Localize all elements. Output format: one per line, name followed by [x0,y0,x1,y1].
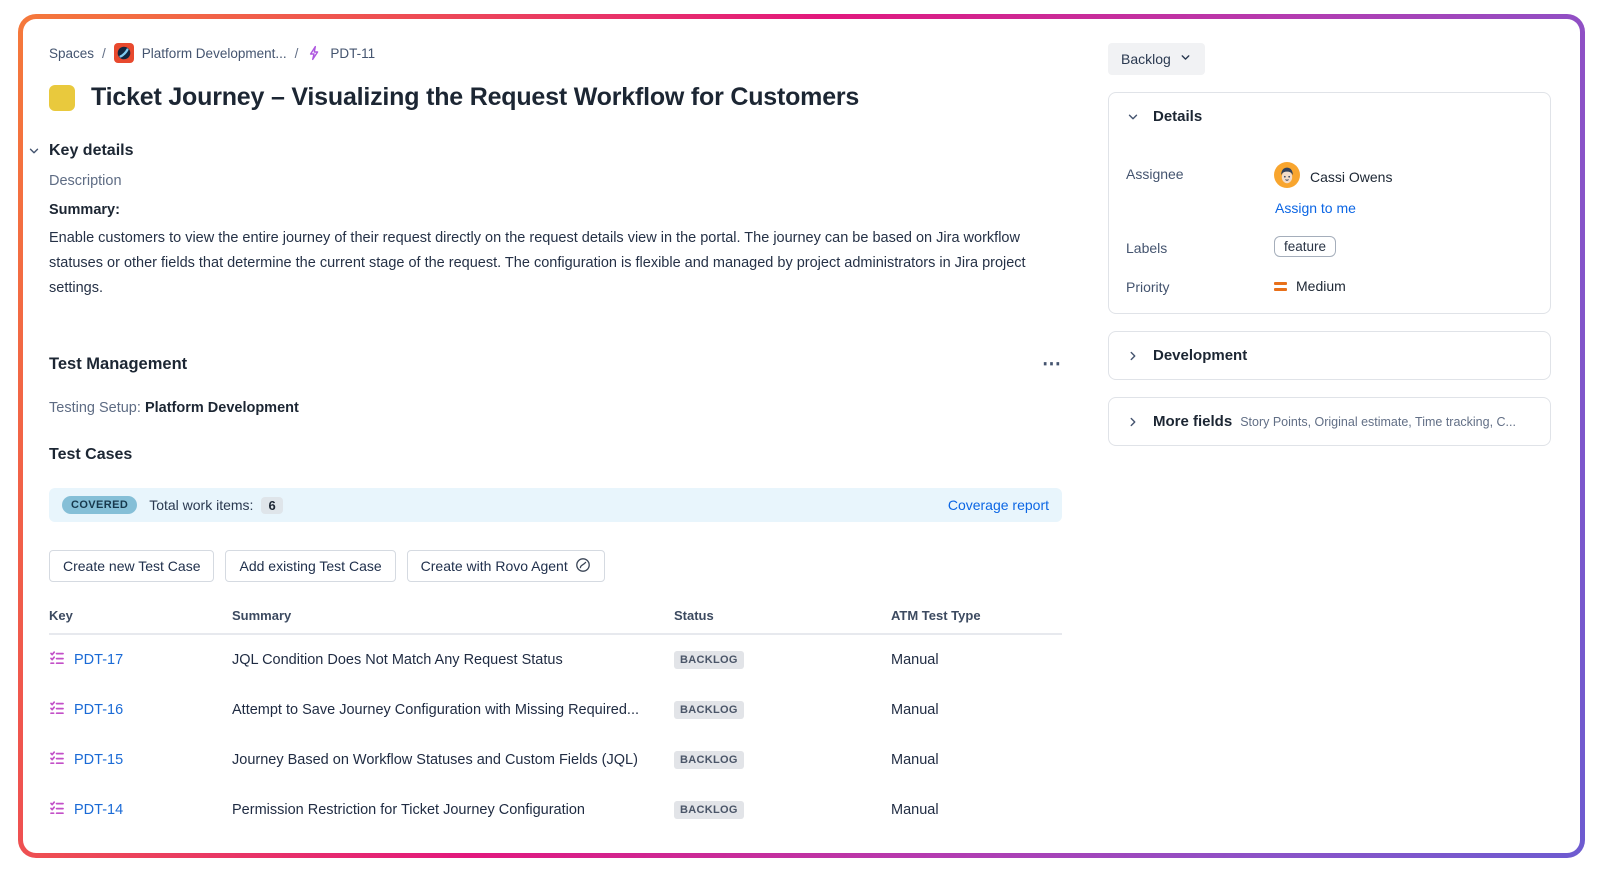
coverage-report-link[interactable]: Coverage report [948,497,1049,513]
test-case-type: Manual [891,652,939,668]
rovo-button-label: Create with Rovo Agent [420,558,568,574]
status-badge: BACKLOG [674,801,744,819]
chevron-right-icon [1126,349,1140,363]
column-header-summary: Summary [232,608,292,623]
assignee-label: Assignee [1126,166,1184,182]
breadcrumb-separator: / [102,45,106,61]
test-case-checklist-icon [49,700,65,720]
gradient-frame: Spaces / Platform Development... / PDT-1… [18,14,1585,858]
label-chip[interactable]: feature [1274,236,1337,257]
assignee-name: Cassi Owens [1310,168,1393,185]
covered-badge: COVERED [62,496,138,514]
testing-setup-line: Testing Setup: Platform Development [49,400,1062,416]
rovo-agent-icon [575,557,591,576]
test-case-checklist-icon [49,650,65,670]
column-header-key: Key [49,608,73,623]
development-panel-header[interactable]: Development [1109,332,1550,379]
test-cases-table: Key Summary Status ATM Test Type PDT-17 … [49,608,1062,835]
description-label: Description [49,173,122,189]
test-case-summary[interactable]: JQL Condition Does Not Match Any Request… [232,652,674,668]
status-dropdown-label: Backlog [1121,51,1171,67]
chevron-down-icon [1179,51,1192,67]
breadcrumb-project[interactable]: Platform Development... [142,46,287,61]
testing-setup-value: Platform Development [144,400,299,416]
development-panel: Development [1108,331,1551,380]
test-case-key-link[interactable]: PDT-15 [74,752,123,768]
details-panel-header[interactable]: Details [1109,93,1550,140]
priority-value[interactable]: Medium [1274,275,1533,294]
main-column: Spaces / Platform Development... / PDT-1… [29,43,1062,835]
status-dropdown-button[interactable]: Backlog [1108,43,1205,75]
breadcrumb-separator: / [294,45,299,61]
more-fields-panel-title: More fields [1153,413,1233,430]
priority-label: Priority [1126,279,1170,295]
development-panel-title: Development [1153,347,1248,364]
assignee-value[interactable]: Cassi Owens [1274,162,1533,191]
test-case-checklist-icon [49,750,65,770]
status-badge: BACKLOG [674,651,744,669]
test-case-key-link[interactable]: PDT-16 [74,702,123,718]
more-fields-panel-header[interactable]: More fields Story Points, Original estim… [1109,398,1550,445]
table-row: PDT-15 Journey Based on Workflow Statuse… [49,735,1062,785]
test-case-summary[interactable]: Attempt to Save Journey Configuration wi… [232,702,674,718]
priority-medium-icon [1274,281,1287,291]
test-cases-heading: Test Cases [49,446,133,463]
total-work-items-label: Total work items: [149,497,254,513]
labels-label: Labels [1126,240,1168,256]
issue-type-bolt-icon [306,45,322,61]
table-row: PDT-14 Permission Restriction for Ticket… [49,785,1062,835]
breadcrumb-issue[interactable]: PDT-11 [330,46,375,61]
issue-type-color-square [49,84,75,111]
more-menu-icon[interactable]: ⋯ [1042,355,1062,374]
assign-to-me-link[interactable]: Assign to me [1275,200,1356,216]
total-work-items-count: 6 [261,496,283,514]
test-case-type: Manual [891,802,939,818]
chevron-down-icon[interactable] [27,144,41,158]
key-details-heading[interactable]: Key details [49,142,133,159]
table-header-row: Key Summary Status ATM Test Type [49,608,1062,635]
right-sidebar: Backlog Details Assignee Cassi Owens Ass… [1108,43,1551,835]
test-case-type: Manual [891,702,939,718]
column-header-type: ATM Test Type [891,608,981,623]
test-case-summary[interactable]: Journey Based on Workflow Statuses and C… [232,752,674,768]
create-with-rovo-agent-button[interactable]: Create with Rovo Agent [406,550,605,582]
testing-setup-label: Testing Setup: [49,400,141,416]
status-badge: BACKLOG [674,701,744,719]
status-badge: BACKLOG [674,751,744,769]
test-case-key-link[interactable]: PDT-17 [74,652,123,668]
avatar [1274,162,1300,191]
column-header-status: Status [674,608,714,623]
add-existing-test-case-button[interactable]: Add existing Test Case [225,550,396,582]
more-fields-subtitle: Story Points, Original estimate, Time tr… [1240,414,1516,429]
test-case-summary[interactable]: Permission Restriction for Ticket Journe… [232,802,674,818]
test-case-type: Manual [891,752,939,768]
chevron-right-icon [1126,415,1140,429]
summary-text: Enable customers to view the entire jour… [49,230,1026,296]
test-case-checklist-icon [49,800,65,820]
more-fields-panel: More fields Story Points, Original estim… [1108,397,1551,446]
test-case-key-link[interactable]: PDT-14 [74,802,123,818]
project-icon [113,43,134,63]
breadcrumb: Spaces / Platform Development... / PDT-1… [49,43,1062,63]
chevron-down-icon [1126,110,1140,124]
table-row: PDT-16 Attempt to Save Journey Configura… [49,685,1062,735]
details-panel-title: Details [1153,108,1203,125]
breadcrumb-spaces[interactable]: Spaces [49,46,94,61]
summary-label: Summary: [49,202,120,218]
priority-text: Medium [1296,278,1346,294]
coverage-banner: COVERED Total work items: 6 Coverage rep… [49,488,1062,522]
details-panel: Details Assignee Cassi Owens Assign to m… [1108,92,1551,314]
create-new-test-case-button[interactable]: Create new Test Case [49,550,215,582]
test-management-heading: Test Management [49,355,188,373]
table-row: PDT-17 JQL Condition Does Not Match Any … [49,635,1062,685]
page-title: Ticket Journey – Visualizing the Request… [91,83,860,111]
